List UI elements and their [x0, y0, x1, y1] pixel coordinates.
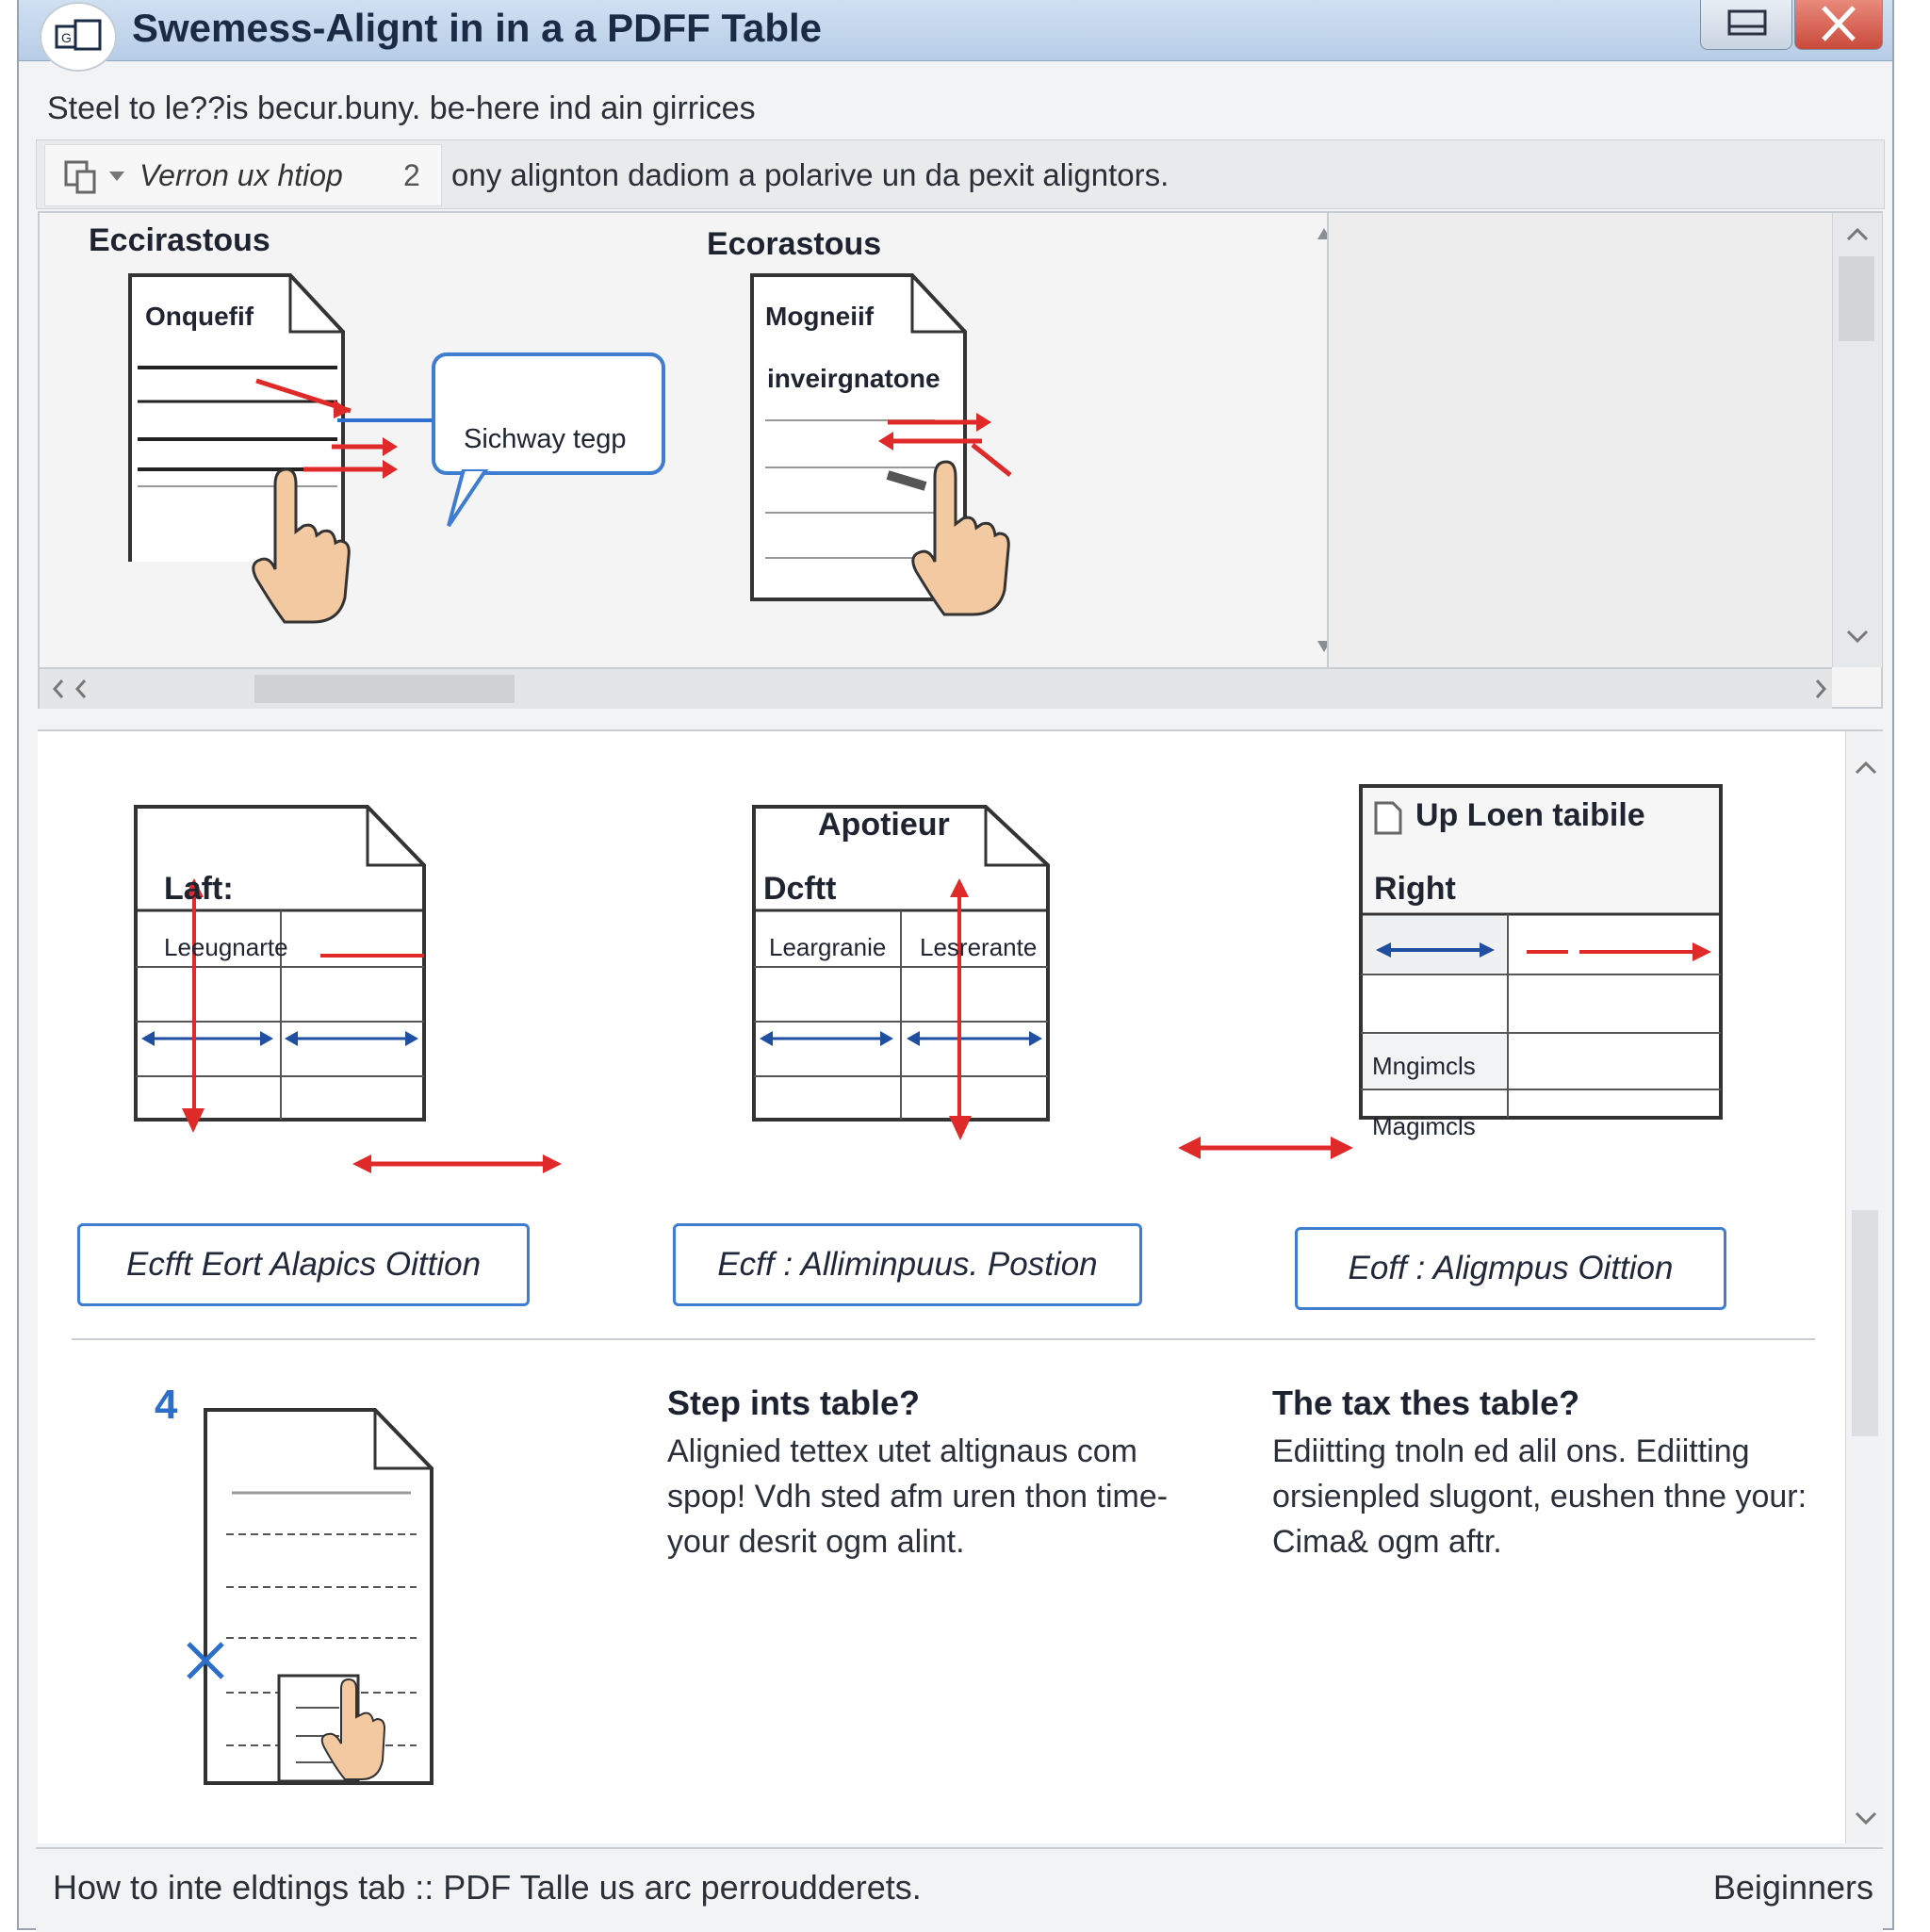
- section-divider: [72, 1338, 1815, 1340]
- hand-icon-right: [911, 460, 1010, 616]
- center-caption: Ecff : Alliminpuus. Postion: [673, 1223, 1142, 1306]
- cross-icon: [187, 1642, 224, 1679]
- title-bar: G Swemess-Alignt in in a a PDFF Table: [19, 0, 1892, 72]
- svg-text:G: G: [61, 30, 72, 45]
- step-col1-title: Step ints table?: [667, 1384, 921, 1422]
- close-icon: [1822, 6, 1856, 41]
- right-caption: Eoff : Aligmpus Oittion: [1295, 1227, 1726, 1310]
- chevron-up-icon[interactable]: [1854, 758, 1878, 777]
- center-example-subtitle: Dcftt: [763, 871, 837, 907]
- view-number: 2: [403, 158, 420, 192]
- content-pane: Laft: Leeugnarte Ecfft Eort Alapics Oitt…: [38, 729, 1884, 1843]
- arrow-icon: [182, 1108, 204, 1133]
- vertical-scrollbar[interactable]: [1832, 213, 1882, 667]
- view-selector[interactable]: Verron ux htiop 2: [44, 144, 442, 206]
- status-text: How to inte eldtings tab :: PDF Talle us…: [53, 1868, 922, 1907]
- chevron-down-icon[interactable]: [1844, 628, 1871, 647]
- hand-icon: [252, 467, 351, 624]
- left-caption: Ecfft Eort Alapics Oittion: [77, 1223, 530, 1306]
- step-col2-title: The tax thes table?: [1272, 1384, 1580, 1422]
- right-heading: Ecorastous: [707, 226, 882, 262]
- step-col1-body: Alignied tettex utet altignaus com spop!…: [667, 1433, 1169, 1560]
- page-icon: [1374, 801, 1402, 835]
- right-doc-title: Mogneiif: [765, 302, 875, 331]
- left-heading: Eccirastous: [89, 222, 270, 258]
- chevron-right-icon[interactable]: [1811, 677, 1830, 701]
- right-doc-line: inveirgnatone: [767, 364, 940, 393]
- page-subtitle: Steel to le??is becur.buny. be-here ind …: [47, 90, 756, 126]
- toolbar: Verron ux htiop 2 ony alignton dadiom a …: [36, 139, 1885, 209]
- app-window: G Swemess-Alignt in in a a PDFF Table St…: [17, 0, 1894, 1932]
- restore-button[interactable]: [1700, 0, 1792, 50]
- chevron-down-icon[interactable]: [1854, 1809, 1878, 1828]
- step-number: 4: [155, 1382, 178, 1428]
- scroll-thumb[interactable]: [1839, 256, 1874, 341]
- close-button[interactable]: [1794, 0, 1883, 50]
- right-example-title: Up Loen taibile: [1415, 797, 1645, 833]
- status-bar: How to inte eldtings tab :: PDF Talle us…: [36, 1847, 1883, 1932]
- empty-side-panel: [1327, 213, 1834, 667]
- center-example-title: Apotieur: [818, 807, 950, 843]
- view-label: Verron ux htiop: [139, 158, 343, 192]
- center-align-diagram: [752, 805, 1050, 1123]
- content-scroll-thumb[interactable]: [1852, 1210, 1878, 1436]
- page-icon: [64, 160, 96, 194]
- right-example-row4: Magimcls: [1372, 1112, 1476, 1140]
- chevron-left-icon[interactable]: [47, 677, 100, 701]
- window-title: Swemess-Alignt in in a a PDFF Table: [132, 6, 823, 50]
- left-doc-title: Onquefif: [145, 302, 254, 331]
- h-scroll-thumb[interactable]: [254, 675, 515, 703]
- restore-icon: [1727, 9, 1767, 36]
- arrow-icon: [949, 1116, 972, 1140]
- left-example-title: Laft:: [164, 871, 234, 907]
- chevron-up-icon[interactable]: [1844, 224, 1871, 243]
- arrow-icon: [352, 1154, 562, 1173]
- toolbar-hint: ony alignton dadiom a polarive un da pex…: [451, 157, 1169, 192]
- center-example-cell2: Lesrerante: [920, 933, 1038, 961]
- step-col2-body: Ediitting tnoln ed alil ons. Ediitting o…: [1272, 1433, 1807, 1560]
- horizontal-scrollbar[interactable]: [40, 667, 1832, 709]
- step-document-illustration: [204, 1408, 433, 1785]
- callout-bubble: Sichway tegp: [432, 352, 665, 475]
- right-example-subtitle: Right: [1374, 871, 1456, 907]
- dropdown-icon[interactable]: [107, 170, 126, 183]
- app-icon: G: [40, 2, 117, 72]
- right-example-row3: Mngimcls: [1372, 1052, 1476, 1080]
- preview-pane: Eccirastous Ecorastous Sichway tegp Onqu…: [38, 211, 1883, 709]
- callout-tail: [447, 469, 489, 528]
- status-level: Beiginners: [1712, 1868, 1873, 1907]
- arrow-icon: [1178, 1137, 1353, 1159]
- callout-text: Sichway tegp: [464, 424, 627, 454]
- left-example-cell: Leeugnarte: [164, 933, 288, 961]
- content-vertical-scrollbar[interactable]: [1845, 731, 1884, 1843]
- left-align-diagram: [134, 805, 426, 1123]
- center-example-cell1: Leargranie: [769, 933, 887, 961]
